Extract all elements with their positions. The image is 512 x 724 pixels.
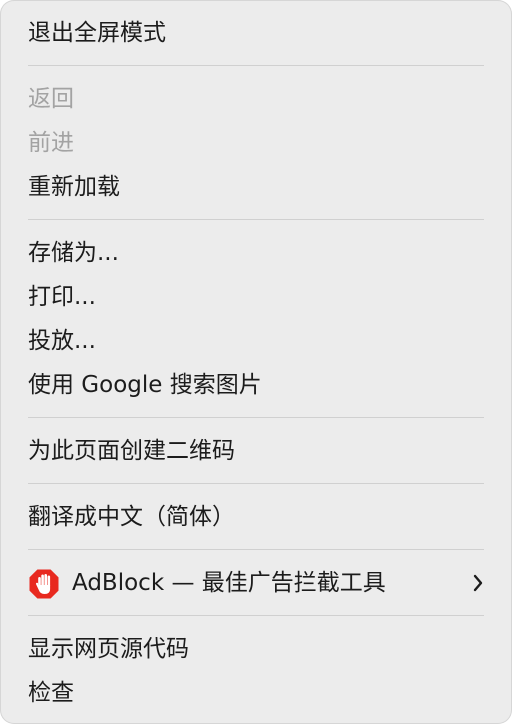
menu-separator (28, 417, 484, 418)
menu-item-save-as[interactable]: 存储为... (0, 231, 512, 275)
adblock-hand-icon (29, 569, 59, 599)
menu-item-view-source[interactable]: 显示网页源代码 (0, 627, 512, 671)
context-menu: 退出全屏模式 返回 前进 重新加载 存储为... 打印... 投放... 使用 … (0, 0, 512, 724)
menu-item-cast[interactable]: 投放... (0, 319, 512, 363)
menu-item-adblock[interactable]: AdBlock — 最佳广告拦截工具 (0, 561, 512, 605)
menu-separator (28, 615, 484, 616)
menu-item-exit-fullscreen[interactable]: 退出全屏模式 (0, 11, 512, 55)
menu-separator (28, 483, 484, 484)
menu-item-search-image-google[interactable]: 使用 Google 搜索图片 (0, 363, 512, 407)
chevron-right-icon (473, 574, 483, 592)
menu-item-forward[interactable]: 前进 (0, 121, 512, 165)
menu-item-translate[interactable]: 翻译成中文（简体） (0, 495, 512, 539)
menu-separator (28, 549, 484, 550)
menu-item-inspect[interactable]: 检查 (0, 671, 512, 715)
menu-separator (28, 219, 484, 220)
menu-item-reload[interactable]: 重新加载 (0, 165, 512, 209)
menu-item-create-qr-code[interactable]: 为此页面创建二维码 (0, 429, 512, 473)
menu-item-adblock-label: AdBlock — 最佳广告拦截工具 (72, 570, 386, 596)
menu-item-back[interactable]: 返回 (0, 77, 512, 121)
menu-separator (28, 65, 484, 66)
menu-item-print[interactable]: 打印... (0, 275, 512, 319)
